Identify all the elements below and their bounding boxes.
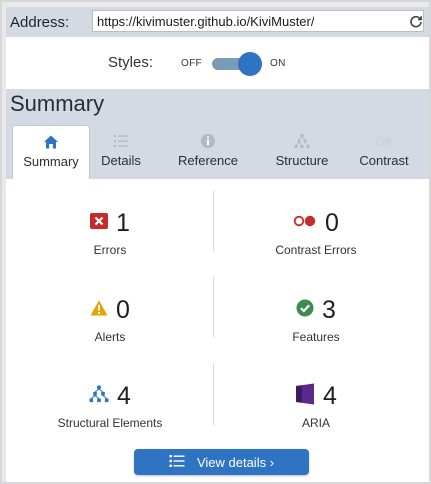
error-icon [90, 212, 109, 234]
view-details-label: View details › [196, 454, 275, 470]
contrast-icon [293, 214, 317, 233]
check-icon [296, 299, 314, 322]
contrast-errors-count: 0 [325, 208, 339, 237]
address-input[interactable]: https://kivimuster.github.io/KiviMuster/ [92, 10, 424, 32]
hierarchy-icon [262, 133, 342, 151]
summary-content: 1 Errors 0 Contrast Errors 0 Alerts 3 Fe… [6, 179, 431, 484]
structural-elements-count: 4 [117, 381, 131, 410]
hierarchy-icon [89, 385, 109, 408]
tab-structure[interactable]: Structure [262, 125, 342, 179]
structural-elements-metric[interactable]: 4 Structural Elements [10, 381, 210, 431]
tab-reference[interactable]: Reference [154, 125, 262, 179]
tab-label: Reference [178, 153, 238, 168]
styles-row: Styles: OFF ON [6, 37, 431, 89]
tab-details[interactable]: Details [92, 125, 150, 179]
styles-label: Styles: [108, 54, 154, 71]
aria-count: 4 [323, 381, 337, 410]
list-icon [92, 133, 150, 151]
column-divider [213, 191, 214, 251]
summary-header: Summary [6, 89, 431, 119]
errors-metric[interactable]: 1 Errors [10, 209, 210, 257]
address-label: Address: [10, 13, 70, 31]
features-label: Features [292, 330, 340, 344]
features-count: 3 [322, 295, 336, 324]
alerts-metric[interactable]: 0 Alerts [10, 296, 210, 344]
tab-label: Summary [23, 154, 79, 169]
features-metric[interactable]: 3 Features [216, 295, 416, 345]
structural-elements-label: Structural Elements [57, 416, 163, 430]
styles-off-label: OFF [181, 58, 202, 69]
tab-bar: Summary Details Reference Structure Cont… [6, 119, 431, 179]
tab-label: Details [101, 153, 141, 168]
tab-contrast[interactable]: Contrast [344, 125, 424, 179]
aria-icon [295, 383, 315, 410]
home-icon [13, 134, 89, 152]
alert-icon [90, 300, 108, 321]
view-details-button[interactable]: View details › [134, 449, 309, 475]
reload-icon[interactable] [407, 10, 425, 32]
errors-count: 1 [116, 208, 130, 237]
wave-panel: Address: https://kivimuster.github.io/Ki… [0, 0, 431, 484]
address-bar: Address: https://kivimuster.github.io/Ki… [6, 7, 431, 37]
column-divider [213, 277, 214, 337]
aria-label: ARIA [301, 416, 330, 430]
column-divider [213, 363, 214, 425]
info-icon [154, 133, 262, 151]
tab-label: Contrast [359, 153, 409, 168]
tab-label: Structure [275, 153, 329, 168]
aria-metric[interactable]: 4 ARIA [216, 382, 416, 430]
address-value: https://kivimuster.github.io/KiviMuster/ [97, 13, 315, 29]
alerts-label: Alerts [94, 330, 126, 344]
contrast-icon [344, 133, 424, 151]
errors-label: Errors [93, 243, 127, 257]
page-title: Summary [10, 91, 105, 116]
alerts-count: 0 [116, 295, 130, 324]
tab-summary[interactable]: Summary [12, 125, 90, 179]
list-icon [169, 454, 185, 471]
contrast-errors-metric[interactable]: 0 Contrast Errors [216, 208, 416, 258]
contrast-errors-label: Contrast Errors [275, 243, 357, 257]
styles-toggle-knob[interactable] [238, 52, 262, 76]
styles-on-label: ON [270, 58, 286, 69]
